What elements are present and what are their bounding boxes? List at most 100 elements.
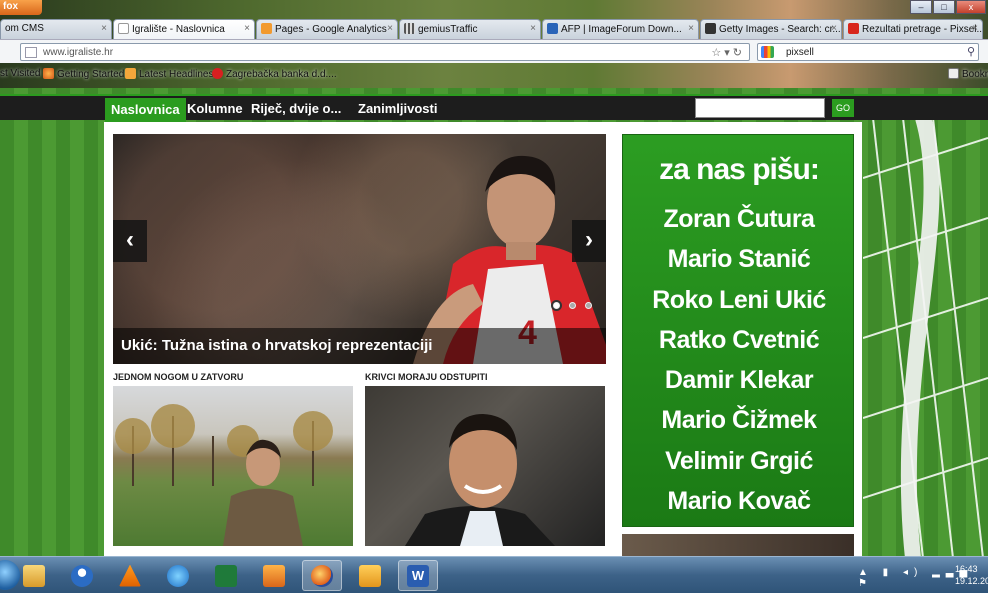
close-tab-icon[interactable]: ×: [101, 23, 107, 34]
minimize-button[interactable]: –: [910, 0, 932, 14]
tab-strip: om CMS × Igralište - Naslovnica × Pages - …: [0, 19, 988, 39]
clock-time: 16:43: [955, 564, 978, 574]
media-icon: [263, 564, 285, 587]
sidebar-image[interactable]: [622, 534, 854, 556]
tab-label: Getty Images - Search: cr...: [719, 24, 841, 35]
bank-icon: [212, 68, 223, 79]
bookmark-star-icon[interactable]: ☆▾↻: [711, 46, 745, 59]
browser-tab-active[interactable]: Igralište - Naslovnica ×: [113, 19, 255, 39]
story-heading[interactable]: JEDNOM NOGOM U ZATVORU: [113, 372, 353, 386]
close-tab-icon[interactable]: ×: [831, 23, 837, 34]
browser-chrome: fox – □ x om CMS × Igralište - Naslovnica…: [0, 0, 988, 88]
nav-item-kolumne[interactable]: Kolumne: [187, 101, 243, 116]
site-search-input[interactable]: [695, 98, 825, 118]
search-bar[interactable]: pixsell ⚲: [757, 43, 979, 61]
slider-dot[interactable]: [553, 302, 560, 309]
slider-caption[interactable]: Ukić: Tužna istina o hrvatskoj reprezent…: [113, 328, 606, 364]
analytics-icon: [261, 23, 272, 34]
navigation-toolbar: www.igraliste.hr ☆▾↻ pixsell ⚲: [0, 39, 988, 63]
bookmarks-menu[interactable]: Bookm: [948, 68, 988, 80]
nav-item-rijec-dvije[interactable]: Riječ, dvije o...: [251, 101, 341, 116]
close-tab-icon[interactable]: ×: [244, 23, 250, 34]
bookmark-zaba[interactable]: Zagrebačka banka d.d....: [212, 68, 337, 80]
bookmark-label: st Visited: [0, 68, 41, 79]
writer-link[interactable]: Damir Klekar: [623, 360, 855, 400]
taskbar-explorer[interactable]: [14, 560, 54, 591]
story-card[interactable]: JEDNOM NOGOM U ZATVORU: [113, 372, 353, 546]
close-tab-icon[interactable]: ×: [972, 23, 978, 34]
content-area: 4 ‹ › Ukić: Tužna istina o hrvatskoj rep…: [104, 122, 862, 556]
browser-tab[interactable]: Pages - Google Analytics ×: [256, 19, 398, 39]
taskbar-ie[interactable]: [158, 560, 198, 591]
bookmark-most-visited[interactable]: st Visited: [0, 68, 40, 79]
taskbar-vlc[interactable]: [110, 560, 150, 591]
bookmarks-icon: [948, 68, 959, 79]
excel-icon: [215, 564, 237, 587]
tab-label: om CMS: [5, 23, 44, 34]
taskbar-firefox[interactable]: [302, 560, 342, 591]
writer-link[interactable]: Mario Kovač: [623, 481, 855, 521]
user-icon: [71, 564, 93, 587]
address-bar[interactable]: www.igraliste.hr ☆▾↻: [20, 43, 750, 61]
browser-tab[interactable]: AFP | ImageForum Down... ×: [542, 19, 699, 39]
address-bar-url: www.igraliste.hr: [43, 47, 114, 58]
park-photo: [115, 404, 333, 546]
slider-dot[interactable]: [569, 302, 576, 309]
grid-icon: [404, 23, 415, 34]
site-navigation: Naslovnica Kolumne Riječ, dvije o... Zan…: [0, 94, 988, 122]
browser-tab[interactable]: Getty Images - Search: cr... ×: [700, 19, 842, 39]
browser-tab[interactable]: Rezultati pretrage - Pixsel... ×: [843, 19, 983, 39]
browser-tab[interactable]: gemiusTraffic ×: [399, 19, 541, 39]
taskbar-user[interactable]: [62, 560, 102, 591]
browser-tab[interactable]: om CMS ×: [0, 19, 112, 39]
writer-link[interactable]: Mario Čižmek: [623, 400, 855, 440]
slider-next-arrow-icon[interactable]: ›: [572, 220, 606, 262]
story-card[interactable]: KRIVCI MORAJU ODSTUPITI: [365, 372, 605, 546]
getty-icon: [705, 23, 716, 34]
writer-link[interactable]: Mario Stanić: [623, 239, 855, 279]
writers-title: za nas pišu:: [659, 153, 820, 186]
writer-link[interactable]: Roko Leni Ukić: [623, 280, 855, 320]
ie-icon: [167, 564, 189, 587]
writer-link[interactable]: Ratko Cvetnić: [623, 320, 855, 360]
taskbar-excel[interactable]: [206, 560, 246, 591]
nav-item-naslovnica[interactable]: Naslovnica: [105, 98, 186, 122]
writer-link[interactable]: Velimir Grgić: [623, 441, 855, 481]
pxl-icon: [848, 23, 859, 34]
story-image[interactable]: [113, 386, 353, 546]
google-icon[interactable]: [761, 46, 774, 58]
system-clock[interactable]: 16:43 19.12.20: [955, 563, 988, 587]
bookmark-latest-headlines[interactable]: Latest Headlines: [125, 68, 214, 80]
featured-slider[interactable]: 4 ‹ › Ukić: Tužna istina o hrvatskoj rep…: [113, 134, 606, 364]
explorer-icon: [23, 564, 45, 587]
writers-list: Zoran Čutura Mario Stanić Roko Leni Ukić…: [623, 199, 855, 521]
close-tab-icon[interactable]: ×: [688, 23, 694, 34]
firefox-menu-button[interactable]: fox: [0, 0, 42, 15]
search-bar-value: pixsell: [786, 47, 814, 58]
maximize-button[interactable]: □: [933, 0, 955, 14]
story-image[interactable]: [365, 386, 605, 546]
close-tab-icon[interactable]: ×: [387, 23, 393, 34]
slider-prev-arrow-icon[interactable]: ‹: [113, 220, 147, 262]
story-heading[interactable]: KRIVCI MORAJU ODSTUPITI: [365, 372, 605, 386]
tab-label: AFP | ImageForum Down...: [561, 24, 682, 35]
bookmark-getting-started[interactable]: Getting Started: [43, 68, 124, 80]
close-tab-icon[interactable]: ×: [530, 23, 536, 34]
taskbar-media[interactable]: [254, 560, 294, 591]
tab-label: Igralište - Naslovnica: [132, 24, 225, 35]
taskbar-word[interactable]: W: [398, 560, 438, 591]
site-search-go-button[interactable]: GO: [832, 99, 854, 117]
page-icon: [118, 23, 129, 34]
bookmark-label: Getting Started: [57, 69, 125, 80]
goal-net-decoration: [863, 118, 988, 558]
site-identity-icon[interactable]: [25, 47, 37, 58]
close-window-button[interactable]: x: [956, 0, 986, 14]
taskbar-outlook[interactable]: [350, 560, 390, 591]
writer-link[interactable]: Zoran Čutura: [623, 199, 855, 239]
search-icon[interactable]: ⚲: [967, 45, 975, 58]
vlc-icon: [119, 564, 141, 587]
nav-item-zanimljivosti[interactable]: Zanimljivosti: [358, 101, 437, 116]
slider-dots: [553, 302, 592, 309]
slider-dot[interactable]: [585, 302, 592, 309]
afp-icon: [547, 23, 558, 34]
